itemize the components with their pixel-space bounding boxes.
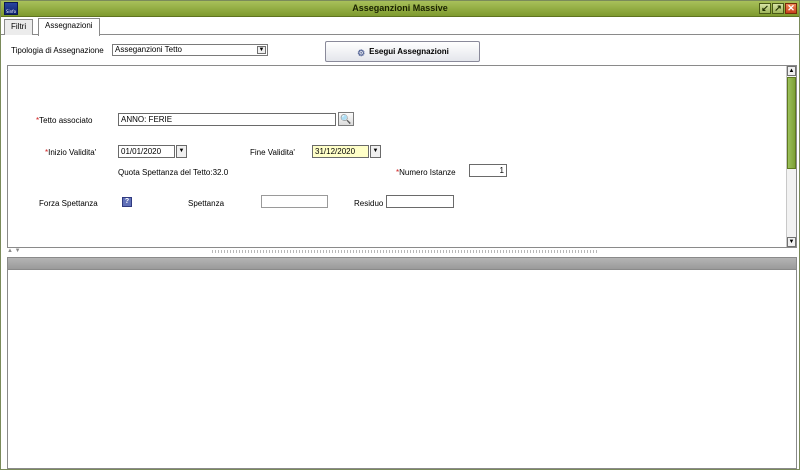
- numero-label-text: Numero Istanze: [399, 168, 456, 177]
- tab-bar: Filtri Assegnazioni: [1, 18, 799, 36]
- esegui-assegnazioni-button[interactable]: ⚙ Esegui Assegnazioni: [325, 41, 480, 62]
- spettanza-label: Spettanza: [188, 199, 225, 208]
- panel-splitter[interactable]: ▲ ▼: [7, 248, 797, 257]
- numero-istanze-field[interactable]: 1: [469, 164, 507, 177]
- tipologia-value: Asseganzioni Tetto: [115, 45, 183, 54]
- main-window: Sinfo Asseganzioni Massive ↙ ↗ ✕ Filtri …: [0, 0, 800, 470]
- inizio-validita-field[interactable]: 01/01/2020: [118, 145, 175, 158]
- tipologia-label: Tipologia di Assegnazione: [11, 46, 104, 55]
- assignment-panel: *Tetto associato ANNO: FERIE 🔍 *Inizio V…: [7, 65, 797, 248]
- search-icon[interactable]: 🔍: [338, 112, 354, 126]
- close-icon[interactable]: ✕: [785, 3, 797, 14]
- tab-assegnazioni[interactable]: Assegnazioni: [38, 18, 100, 36]
- tetto-associato-field[interactable]: ANNO: FERIE: [118, 113, 336, 126]
- tetto-label-text: Tetto associato: [39, 116, 93, 125]
- maximize-icon[interactable]: ↗: [772, 3, 784, 14]
- residuo-field[interactable]: [386, 195, 454, 208]
- title-bar[interactable]: Sinfo Asseganzioni Massive ↙ ↗ ✕: [1, 1, 799, 17]
- scroll-down-icon[interactable]: ▼: [787, 237, 796, 247]
- tetto-label: *Tetto associato: [36, 116, 93, 125]
- tipologia-select[interactable]: Asseganzioni Tetto ▼: [112, 44, 268, 56]
- help-icon[interactable]: ?: [122, 197, 132, 207]
- tab-filtri[interactable]: Filtri: [4, 19, 34, 35]
- scroll-up-icon[interactable]: ▲: [787, 66, 796, 76]
- splitter-arrows-icon[interactable]: ▲ ▼: [7, 248, 21, 254]
- panel-scrollbar[interactable]: ▲ ▼: [786, 66, 796, 247]
- window-title: Asseganzioni Massive: [352, 3, 448, 13]
- gears-icon: ⚙: [357, 48, 366, 58]
- fine-chevron-down-icon[interactable]: ▼: [370, 145, 381, 158]
- inizio-validita-label: *Inizio Validita': [45, 148, 96, 157]
- fine-validita-field[interactable]: 31/12/2020: [312, 145, 369, 158]
- chevron-down-icon[interactable]: ▼: [257, 46, 266, 54]
- scroll-thumb[interactable]: [787, 77, 796, 169]
- results-header: [7, 257, 797, 270]
- inizio-label-text: Inizio Validita': [48, 148, 97, 157]
- spettanza-field[interactable]: [261, 195, 328, 208]
- forza-spettanza-label: Forza Spettanza: [39, 199, 98, 208]
- esegui-assegnazioni-label: Esegui Assegnazioni: [369, 47, 449, 56]
- numero-istanze-label: *Numero Istanze: [396, 168, 456, 177]
- residuo-label: Residuo: [354, 199, 384, 208]
- results-area: [7, 270, 797, 469]
- minimize-icon[interactable]: ↙: [759, 3, 771, 14]
- inizio-chevron-down-icon[interactable]: ▼: [176, 145, 187, 158]
- fine-validita-label: Fine Validita': [250, 148, 295, 157]
- quota-spettanza-text: Quota Spettanza del Tetto:32.0: [118, 168, 229, 177]
- splitter-grip[interactable]: [212, 250, 597, 253]
